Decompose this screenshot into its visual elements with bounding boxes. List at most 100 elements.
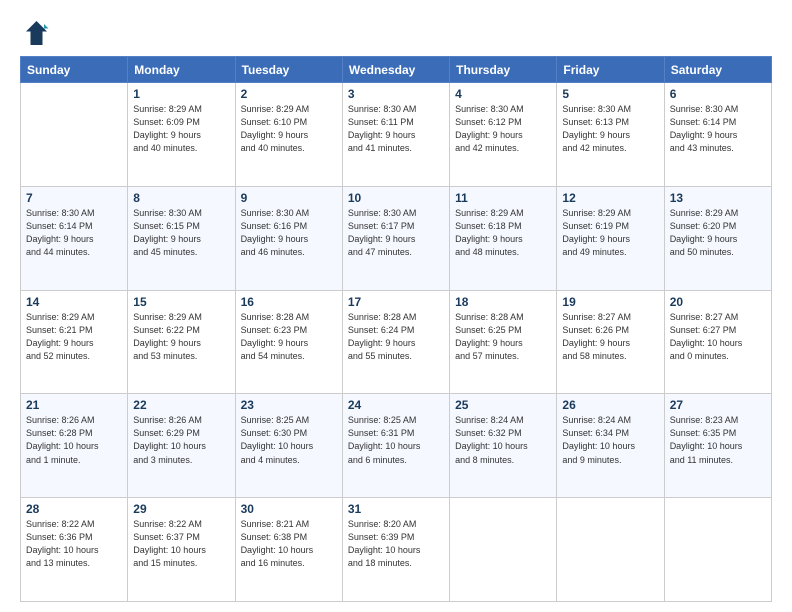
day-number: 31 bbox=[348, 502, 444, 516]
day-info: Sunrise: 8:30 AM Sunset: 6:13 PM Dayligh… bbox=[562, 103, 658, 155]
day-info: Sunrise: 8:29 AM Sunset: 6:10 PM Dayligh… bbox=[241, 103, 337, 155]
day-number: 10 bbox=[348, 191, 444, 205]
calendar-header-tuesday: Tuesday bbox=[235, 57, 342, 83]
day-info: Sunrise: 8:22 AM Sunset: 6:36 PM Dayligh… bbox=[26, 518, 122, 570]
header bbox=[20, 18, 772, 48]
calendar-week-3: 14 Sunrise: 8:29 AM Sunset: 6:21 PM Dayli… bbox=[21, 290, 772, 394]
calendar-cell: 16 Sunrise: 8:28 AM Sunset: 6:23 PM Dayli… bbox=[235, 290, 342, 394]
calendar-cell: 22 Sunrise: 8:26 AM Sunset: 6:29 PM Dayli… bbox=[128, 394, 235, 498]
calendar-cell: 3 Sunrise: 8:30 AM Sunset: 6:11 PM Daylig… bbox=[342, 83, 449, 187]
calendar-cell: 8 Sunrise: 8:30 AM Sunset: 6:15 PM Daylig… bbox=[128, 186, 235, 290]
day-number: 22 bbox=[133, 398, 229, 412]
day-number: 28 bbox=[26, 502, 122, 516]
calendar-header-sunday: Sunday bbox=[21, 57, 128, 83]
day-info: Sunrise: 8:22 AM Sunset: 6:37 PM Dayligh… bbox=[133, 518, 229, 570]
day-info: Sunrise: 8:26 AM Sunset: 6:29 PM Dayligh… bbox=[133, 414, 229, 466]
day-info: Sunrise: 8:28 AM Sunset: 6:23 PM Dayligh… bbox=[241, 311, 337, 363]
day-number: 23 bbox=[241, 398, 337, 412]
day-info: Sunrise: 8:24 AM Sunset: 6:32 PM Dayligh… bbox=[455, 414, 551, 466]
calendar-week-5: 28 Sunrise: 8:22 AM Sunset: 6:36 PM Dayli… bbox=[21, 498, 772, 602]
calendar-cell: 30Sunrise: 8:21 AM Sunset: 6:38 PM Dayli… bbox=[235, 498, 342, 602]
calendar-cell: 20Sunrise: 8:27 AM Sunset: 6:27 PM Dayli… bbox=[664, 290, 771, 394]
calendar-cell: 11Sunrise: 8:29 AM Sunset: 6:18 PM Dayli… bbox=[450, 186, 557, 290]
calendar-header-saturday: Saturday bbox=[664, 57, 771, 83]
day-number: 12 bbox=[562, 191, 658, 205]
logo-icon bbox=[20, 18, 50, 48]
calendar-cell bbox=[21, 83, 128, 187]
day-number: 13 bbox=[670, 191, 766, 205]
calendar-cell: 17Sunrise: 8:28 AM Sunset: 6:24 PM Dayli… bbox=[342, 290, 449, 394]
calendar-cell: 5 Sunrise: 8:30 AM Sunset: 6:13 PM Daylig… bbox=[557, 83, 664, 187]
day-number: 2 bbox=[241, 87, 337, 101]
day-number: 27 bbox=[670, 398, 766, 412]
calendar-header-thursday: Thursday bbox=[450, 57, 557, 83]
calendar-header-wednesday: Wednesday bbox=[342, 57, 449, 83]
day-number: 1 bbox=[133, 87, 229, 101]
calendar-cell bbox=[450, 498, 557, 602]
day-number: 26 bbox=[562, 398, 658, 412]
page: SundayMondayTuesdayWednesdayThursdayFrid… bbox=[0, 0, 792, 612]
day-info: Sunrise: 8:29 AM Sunset: 6:20 PM Dayligh… bbox=[670, 207, 766, 259]
logo bbox=[20, 18, 54, 48]
calendar-cell: 14 Sunrise: 8:29 AM Sunset: 6:21 PM Dayli… bbox=[21, 290, 128, 394]
calendar-cell: 24 Sunrise: 8:25 AM Sunset: 6:31 PM Dayli… bbox=[342, 394, 449, 498]
calendar-header-monday: Monday bbox=[128, 57, 235, 83]
calendar-cell: 7Sunrise: 8:30 AM Sunset: 6:14 PM Daylig… bbox=[21, 186, 128, 290]
day-number: 4 bbox=[455, 87, 551, 101]
calendar-cell: 23 Sunrise: 8:25 AM Sunset: 6:30 PM Dayli… bbox=[235, 394, 342, 498]
day-info: Sunrise: 8:30 AM Sunset: 6:16 PM Dayligh… bbox=[241, 207, 337, 259]
calendar-header-friday: Friday bbox=[557, 57, 664, 83]
day-info: Sunrise: 8:29 AM Sunset: 6:22 PM Dayligh… bbox=[133, 311, 229, 363]
day-number: 24 bbox=[348, 398, 444, 412]
calendar-cell: 28 Sunrise: 8:22 AM Sunset: 6:36 PM Dayli… bbox=[21, 498, 128, 602]
day-info: Sunrise: 8:30 AM Sunset: 6:12 PM Dayligh… bbox=[455, 103, 551, 155]
day-info: Sunrise: 8:27 AM Sunset: 6:27 PM Dayligh… bbox=[670, 311, 766, 363]
calendar-cell: 13 Sunrise: 8:29 AM Sunset: 6:20 PM Dayli… bbox=[664, 186, 771, 290]
calendar-cell bbox=[664, 498, 771, 602]
day-number: 19 bbox=[562, 295, 658, 309]
day-info: Sunrise: 8:23 AM Sunset: 6:35 PM Dayligh… bbox=[670, 414, 766, 466]
day-info: Sunrise: 8:25 AM Sunset: 6:31 PM Dayligh… bbox=[348, 414, 444, 466]
calendar-cell: 19Sunrise: 8:27 AM Sunset: 6:26 PM Dayli… bbox=[557, 290, 664, 394]
calendar-cell: 9Sunrise: 8:30 AM Sunset: 6:16 PM Daylig… bbox=[235, 186, 342, 290]
calendar-cell: 25 Sunrise: 8:24 AM Sunset: 6:32 PM Dayli… bbox=[450, 394, 557, 498]
calendar-week-4: 21Sunrise: 8:26 AM Sunset: 6:28 PM Dayli… bbox=[21, 394, 772, 498]
day-info: Sunrise: 8:30 AM Sunset: 6:17 PM Dayligh… bbox=[348, 207, 444, 259]
day-number: 8 bbox=[133, 191, 229, 205]
day-number: 25 bbox=[455, 398, 551, 412]
day-info: Sunrise: 8:29 AM Sunset: 6:19 PM Dayligh… bbox=[562, 207, 658, 259]
day-number: 6 bbox=[670, 87, 766, 101]
day-info: Sunrise: 8:20 AM Sunset: 6:39 PM Dayligh… bbox=[348, 518, 444, 570]
calendar-cell: 18 Sunrise: 8:28 AM Sunset: 6:25 PM Dayli… bbox=[450, 290, 557, 394]
day-info: Sunrise: 8:29 AM Sunset: 6:09 PM Dayligh… bbox=[133, 103, 229, 155]
calendar-cell: 31 Sunrise: 8:20 AM Sunset: 6:39 PM Dayli… bbox=[342, 498, 449, 602]
calendar-cell: 15 Sunrise: 8:29 AM Sunset: 6:22 PM Dayli… bbox=[128, 290, 235, 394]
day-info: Sunrise: 8:29 AM Sunset: 6:21 PM Dayligh… bbox=[26, 311, 122, 363]
day-number: 3 bbox=[348, 87, 444, 101]
calendar-cell: 26 Sunrise: 8:24 AM Sunset: 6:34 PM Dayli… bbox=[557, 394, 664, 498]
day-info: Sunrise: 8:24 AM Sunset: 6:34 PM Dayligh… bbox=[562, 414, 658, 466]
calendar-cell: 12 Sunrise: 8:29 AM Sunset: 6:19 PM Dayli… bbox=[557, 186, 664, 290]
calendar-week-2: 7Sunrise: 8:30 AM Sunset: 6:14 PM Daylig… bbox=[21, 186, 772, 290]
day-number: 5 bbox=[562, 87, 658, 101]
day-info: Sunrise: 8:30 AM Sunset: 6:11 PM Dayligh… bbox=[348, 103, 444, 155]
day-info: Sunrise: 8:28 AM Sunset: 6:25 PM Dayligh… bbox=[455, 311, 551, 363]
day-info: Sunrise: 8:30 AM Sunset: 6:14 PM Dayligh… bbox=[26, 207, 122, 259]
calendar-cell bbox=[557, 498, 664, 602]
day-number: 18 bbox=[455, 295, 551, 309]
calendar-cell: 1 Sunrise: 8:29 AM Sunset: 6:09 PM Daylig… bbox=[128, 83, 235, 187]
day-number: 17 bbox=[348, 295, 444, 309]
calendar-cell: 10 Sunrise: 8:30 AM Sunset: 6:17 PM Dayli… bbox=[342, 186, 449, 290]
calendar-cell: 21Sunrise: 8:26 AM Sunset: 6:28 PM Dayli… bbox=[21, 394, 128, 498]
day-info: Sunrise: 8:30 AM Sunset: 6:15 PM Dayligh… bbox=[133, 207, 229, 259]
calendar-table: SundayMondayTuesdayWednesdayThursdayFrid… bbox=[20, 56, 772, 602]
day-number: 15 bbox=[133, 295, 229, 309]
day-number: 16 bbox=[241, 295, 337, 309]
calendar-week-1: 1 Sunrise: 8:29 AM Sunset: 6:09 PM Daylig… bbox=[21, 83, 772, 187]
day-info: Sunrise: 8:25 AM Sunset: 6:30 PM Dayligh… bbox=[241, 414, 337, 466]
day-info: Sunrise: 8:29 AM Sunset: 6:18 PM Dayligh… bbox=[455, 207, 551, 259]
day-info: Sunrise: 8:30 AM Sunset: 6:14 PM Dayligh… bbox=[670, 103, 766, 155]
day-number: 14 bbox=[26, 295, 122, 309]
calendar-cell: 4 Sunrise: 8:30 AM Sunset: 6:12 PM Daylig… bbox=[450, 83, 557, 187]
calendar-cell: 6 Sunrise: 8:30 AM Sunset: 6:14 PM Daylig… bbox=[664, 83, 771, 187]
